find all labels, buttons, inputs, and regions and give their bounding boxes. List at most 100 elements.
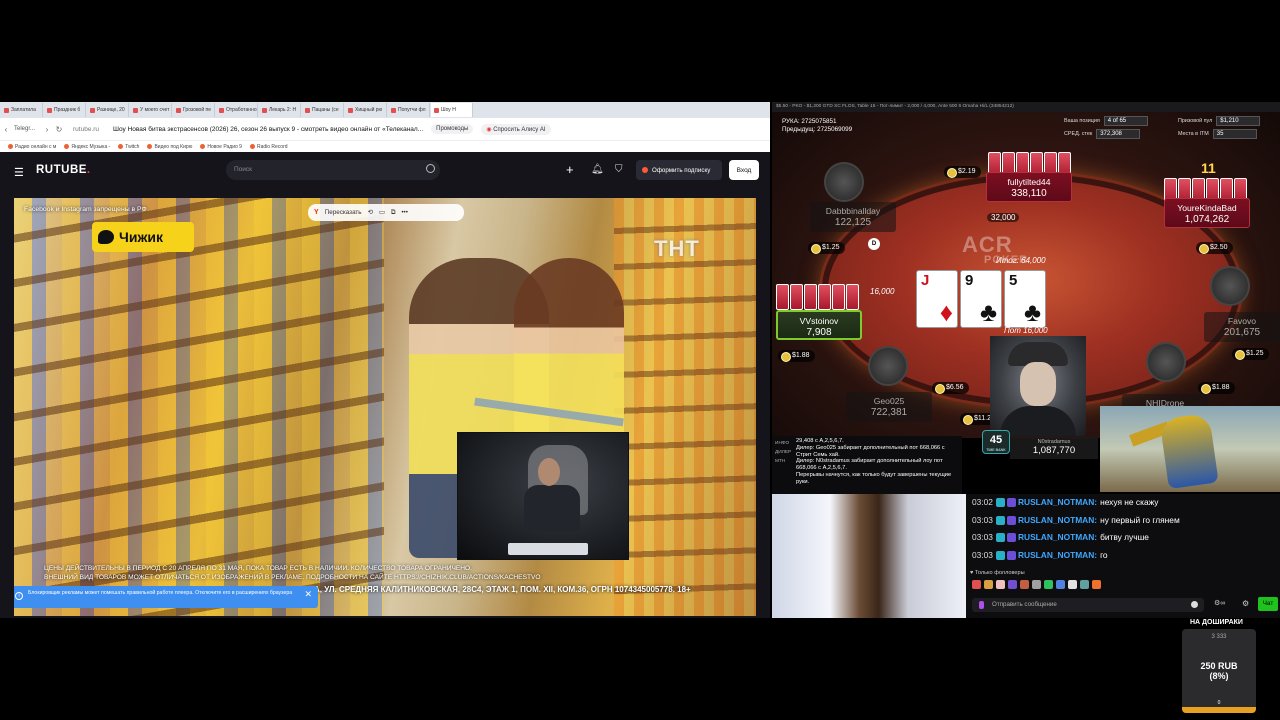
tab-favicon-icon [391,107,396,113]
browser-tab[interactable]: Пацаны (се [302,103,344,117]
browser-tab[interactable]: Отработанно [216,103,258,117]
seat-plate: Dabbbinallday 122,125 [810,202,896,232]
vip-badge-icon [1006,550,1016,560]
login-button[interactable]: Вход [729,160,759,180]
bookmark-item[interactable]: Twitch [118,143,139,150]
browser-tab[interactable]: Лекарь 2: Н [259,103,301,117]
log-tab-mtt[interactable]: МТН [775,457,793,466]
subscribe-button[interactable]: Оформить подписку [636,160,722,180]
tab-favicon-icon [262,107,267,113]
subtitles-icon[interactable]: ▭ [379,209,385,216]
twitch-chat: 03:02 RUSLAN_NOTMAN: нехуя не скажу 03:03 R… [966,494,1280,618]
alice-button[interactable]: ◉ Спросить Алису AI [481,123,551,135]
sub-badge-icon [995,497,1005,507]
search-input[interactable]: Поиск [226,160,440,180]
chat-message: 03:02 RUSLAN_NOTMAN: нехуя не скажу [972,497,1159,507]
bookmark-item[interactable]: Новое Радио 9 [200,143,242,150]
clip-icon[interactable]: ⟲ [368,209,373,216]
chat-username[interactable]: RUSLAN_NOTMAN: [1018,515,1097,525]
emote-icon[interactable] [1092,580,1101,589]
retell-button[interactable]: Пересказать [325,209,362,216]
log-tab-info[interactable]: ИНФО [775,439,793,448]
forward-icon[interactable]: › [41,125,53,134]
url-page-title[interactable]: Шоу Новая битва экстрасенсов (2026) 26, … [113,126,423,133]
board-card-1: J ♦ [916,270,958,328]
emote-icon[interactable] [1032,580,1041,589]
vip-badge-icon [1006,532,1016,542]
pip-icon[interactable]: ⧉ [391,209,396,217]
emote-icon[interactable] [1020,580,1029,589]
bookmark-item[interactable]: Видео под Кирю [147,143,192,150]
browser-tab[interactable]: Грозовой пе [173,103,215,117]
shield-icon[interactable]: ⛉ [615,164,623,175]
bookmark-item[interactable]: Радио онлайн с м [8,143,56,150]
bookmark-item[interactable]: Radio Record [249,143,288,150]
keyboard [508,543,588,555]
more-icon[interactable]: ••• [401,209,408,216]
emote-icon[interactable] [1008,580,1017,589]
telegram-shortcut[interactable]: Telegr... [14,126,35,132]
menu-icon[interactable]: ☰ [14,166,24,179]
player-toolbar[interactable]: Y Пересказать ⟲ ▭ ⧉ ••• [308,204,464,221]
avatar [868,346,908,386]
browser-tab[interactable]: Разнице, 20 [87,103,129,117]
yandex-icon[interactable]: Y [314,209,319,216]
disclaimer-line-1: ЦЕНЫ ДЕЙСТВИТЕЛЬНЫ В ПЕРИОД С 20 АПРЕЛЯ … [44,565,472,572]
bookmark-favicon-icon [200,143,206,149]
tab-favicon-icon [176,107,181,113]
channel-points-icon[interactable]: ⚙︎∞ [1214,599,1225,607]
chat-settings-icon[interactable]: ⚙ [1242,599,1249,608]
emote-icon[interactable] [972,580,981,589]
emote-icon[interactable] [996,580,1005,589]
reload-icon[interactable]: ↻ [53,125,65,134]
chat-username[interactable]: RUSLAN_NOTMAN: [1018,497,1097,507]
emoji-picker-icon[interactable] [1191,601,1198,608]
log-tab-dealer[interactable]: ДИЛЕР [775,448,793,457]
browser-tab[interactable]: Праздник б [44,103,86,117]
rutube-logo[interactable]: RUTUBE. [36,164,91,176]
chat-username[interactable]: RUSLAN_NOTMAN: [1018,532,1097,542]
promo-button[interactable]: Промокоды [431,124,474,134]
browser-tab[interactable]: Хищный рю [345,103,387,117]
rutube-header: ☰ RUTUBE. Поиск + 🔔︎ ⛉ Оформить подписку… [0,152,770,190]
bookmark-item[interactable]: Яндекс Музыка - [64,143,110,150]
followers-only-notice: ♥ Только фолловеры [970,570,1025,576]
bookmark-favicon-icon [118,143,124,149]
video-player[interactable]: Facebook и Instagram запрещены в РФ Чижи… [14,198,756,616]
seat-plate: YoureKindaBad 1,074,262 [1164,198,1250,228]
browser-tab[interactable]: Шоу Н [431,103,473,117]
donation-goal-widget: 3 333 250 RUB (8%) 0 [1182,629,1256,713]
bookmark-favicon-icon [64,143,70,149]
browser-tab[interactable]: Попутчи фл [388,103,430,117]
chat-send-button[interactable]: Чат [1258,597,1278,611]
chat-input[interactable]: Отправить сообщение [972,598,1204,612]
sub-badge-icon [995,515,1005,525]
emote-icon[interactable] [1080,580,1089,589]
emote-icon[interactable] [984,580,993,589]
seat-n0stradamus[interactable]: N0stradamus 1,087,770 [1010,437,1098,459]
previous-hand[interactable]: Предыдущ: 2725069099 [782,126,852,134]
chat-username[interactable]: RUSLAN_NOTMAN: [1018,550,1097,560]
upload-plus-icon[interactable]: + [566,162,574,177]
avatar [1146,342,1186,382]
close-icon[interactable]: ✕ [304,590,312,599]
emote-icon[interactable] [1044,580,1053,589]
tab-favicon-icon [219,107,224,113]
address-bar[interactable]: ‹ Telegr... › ↻ rutube.ru Шоу Новая битв… [0,118,770,140]
search-icon[interactable] [426,164,435,173]
dealer-log: ИНФО ДИЛЕР МТН 29,408 с A,2,5,6,7. Дилер… [772,436,962,494]
url-domain[interactable]: rutube.ru [73,126,99,133]
board-card-2: 9 ♣ [960,270,1002,328]
face [1020,362,1056,406]
back-icon[interactable]: ‹ [0,125,12,134]
dealer-button: D [868,238,880,250]
log-tabs[interactable]: ИНФО ДИЛЕР МТН [775,439,793,466]
sub-badge-icon [995,532,1005,542]
bell-icon[interactable]: 🔔︎ [591,164,604,175]
emote-bar[interactable] [972,580,1101,590]
emote-icon[interactable] [1068,580,1077,589]
emote-icon[interactable] [1056,580,1065,589]
browser-tab[interactable]: Заплатила [1,103,43,117]
seat-plate: Geo025 722,381 [846,392,932,422]
browser-tab[interactable]: У моего счет [130,103,172,117]
